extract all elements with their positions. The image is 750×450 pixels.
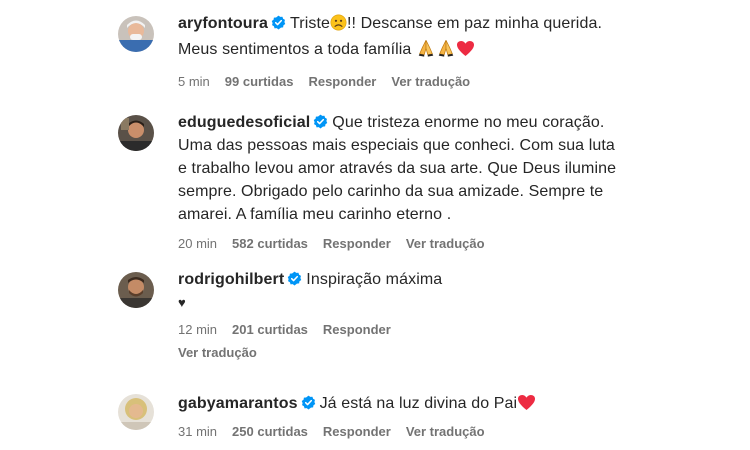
comment-meta: 5 min 99 curtidas Responder Ver tradução [178,74,623,89]
avatar-gabyamarantos[interactable] [118,394,154,430]
reply-button[interactable]: Responder [323,236,391,251]
comment-time[interactable]: 20 min [178,236,217,251]
likes-count[interactable]: 99 curtidas [225,74,294,89]
see-translation-button[interactable]: Ver tradução [178,345,623,360]
verified-badge-icon [301,395,316,410]
comment-time[interactable]: 12 min [178,322,217,337]
sad-face-emoji [330,14,347,38]
comment-text-content: Já está na luz divina do Pai [319,395,518,412]
comment-meta: 31 min 250 curtidas Responder Ver tradução [178,424,623,439]
see-translation-button[interactable]: Ver tradução [406,236,485,251]
black-heart-emoji: ♥ [178,295,186,310]
verified-badge-icon [271,15,286,30]
username[interactable]: eduguedesoficial [178,114,310,131]
comment-time[interactable]: 31 min [178,424,217,439]
comment-text: eduguedesoficial Que tristeza enorme no m… [178,111,623,226]
likes-count[interactable]: 201 curtidas [232,322,308,337]
avatar-image [118,394,154,430]
comment-text-part: Triste [290,15,331,32]
comment-meta: 12 min 201 curtidas Responder [178,322,623,337]
praying-hands-emoji [436,38,456,64]
avatar-eduguedesoficial[interactable] [118,115,154,151]
avatar-rodrigohilbert[interactable] [118,272,154,308]
likes-count[interactable]: 582 curtidas [232,236,308,251]
praying-hands-emoji [416,38,436,64]
comment-text-part: !! Descanse em paz minha querida. [347,15,603,32]
username[interactable]: rodrigohilbert [178,271,284,288]
comment-time[interactable]: 5 min [178,74,210,89]
comment-text: gabyamarantos Já está na luz divina do Pa… [178,392,623,418]
see-translation-button[interactable]: Ver tradução [406,424,485,439]
red-heart-emoji [456,40,475,64]
verified-badge-icon [313,114,328,129]
avatar-image [118,16,154,52]
username[interactable]: gabyamarantos [178,395,298,412]
red-heart-emoji [517,394,536,418]
likes-count[interactable]: 250 curtidas [232,424,308,439]
comment-text-content: Inspiração máxima [306,271,443,288]
comment-meta: 20 min 582 curtidas Responder Ver tradução [178,236,623,251]
reply-button[interactable]: Responder [323,322,391,337]
username[interactable]: aryfontoura [178,15,268,32]
comment-text: rodrigohilbert Inspiração máxima ♥ [178,268,623,314]
reply-button[interactable]: Responder [323,424,391,439]
avatar-aryfontoura[interactable] [118,16,154,52]
reply-button[interactable]: Responder [308,74,376,89]
avatar-image [118,272,154,308]
comment-text: aryfontoura Triste !! Descanse em paz minh… [178,12,623,64]
verified-badge-icon [287,271,302,286]
comment-text-line2: Meus sentimentos a toda família [178,41,416,58]
avatar-image [118,115,154,151]
see-translation-button[interactable]: Ver tradução [391,74,470,89]
